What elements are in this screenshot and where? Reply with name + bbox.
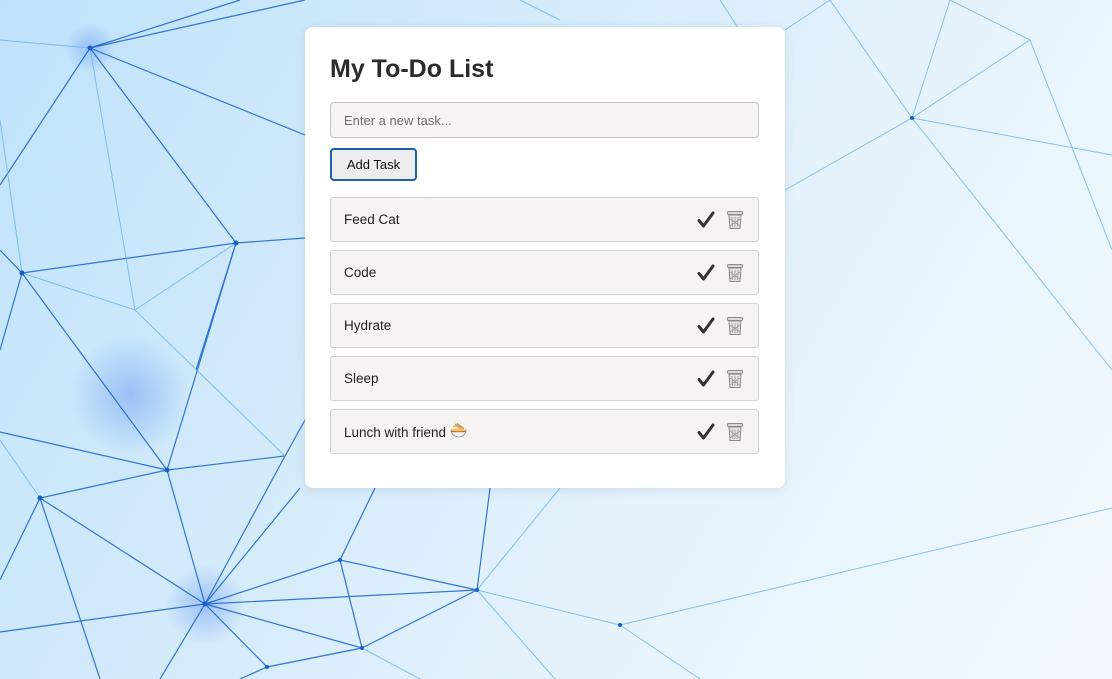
task-actions bbox=[696, 209, 745, 231]
task-item: Code bbox=[330, 250, 759, 295]
check-icon bbox=[697, 317, 715, 333]
task-item: Hydrate bbox=[330, 303, 759, 348]
delete-task-button[interactable] bbox=[725, 368, 745, 390]
task-actions bbox=[696, 315, 745, 337]
new-task-input[interactable] bbox=[330, 102, 759, 138]
check-icon bbox=[697, 423, 715, 439]
task-list: Feed Cat Code Hydrate Sleep Lunch with f… bbox=[330, 197, 759, 454]
noodle-bowl-icon bbox=[450, 423, 467, 438]
task-actions bbox=[696, 368, 745, 390]
delete-task-button[interactable] bbox=[725, 209, 745, 231]
task-text: Lunch with friend bbox=[344, 423, 696, 440]
task-text: Feed Cat bbox=[344, 212, 400, 227]
trash-icon bbox=[727, 263, 743, 282]
trash-icon bbox=[727, 210, 743, 229]
task-text: Hydrate bbox=[344, 318, 392, 333]
page-title: My To-Do List bbox=[330, 55, 494, 83]
check-icon bbox=[697, 264, 715, 280]
complete-task-button[interactable] bbox=[696, 262, 716, 284]
delete-task-button[interactable] bbox=[725, 262, 745, 284]
task-text: Code bbox=[344, 265, 377, 280]
complete-task-button[interactable] bbox=[696, 421, 716, 443]
trash-icon bbox=[727, 316, 743, 335]
complete-task-button[interactable] bbox=[696, 368, 716, 390]
task-actions bbox=[696, 262, 745, 284]
complete-task-button[interactable] bbox=[696, 315, 716, 337]
complete-task-button[interactable] bbox=[696, 209, 716, 231]
task-item: Sleep bbox=[330, 356, 759, 401]
task-label: Lunch with friend bbox=[344, 425, 447, 440]
check-icon bbox=[697, 211, 715, 227]
todo-card: My To-Do List Add Task Feed Cat Code bbox=[305, 27, 785, 488]
task-item: Feed Cat bbox=[330, 197, 759, 242]
task-text: Sleep bbox=[344, 371, 379, 386]
task-actions bbox=[696, 421, 745, 443]
check-icon bbox=[697, 370, 715, 386]
delete-task-button[interactable] bbox=[725, 421, 745, 443]
add-task-button[interactable]: Add Task bbox=[330, 148, 417, 181]
trash-icon bbox=[727, 369, 743, 388]
delete-task-button[interactable] bbox=[725, 315, 745, 337]
trash-icon bbox=[727, 422, 743, 441]
task-item: Lunch with friend bbox=[330, 409, 759, 454]
